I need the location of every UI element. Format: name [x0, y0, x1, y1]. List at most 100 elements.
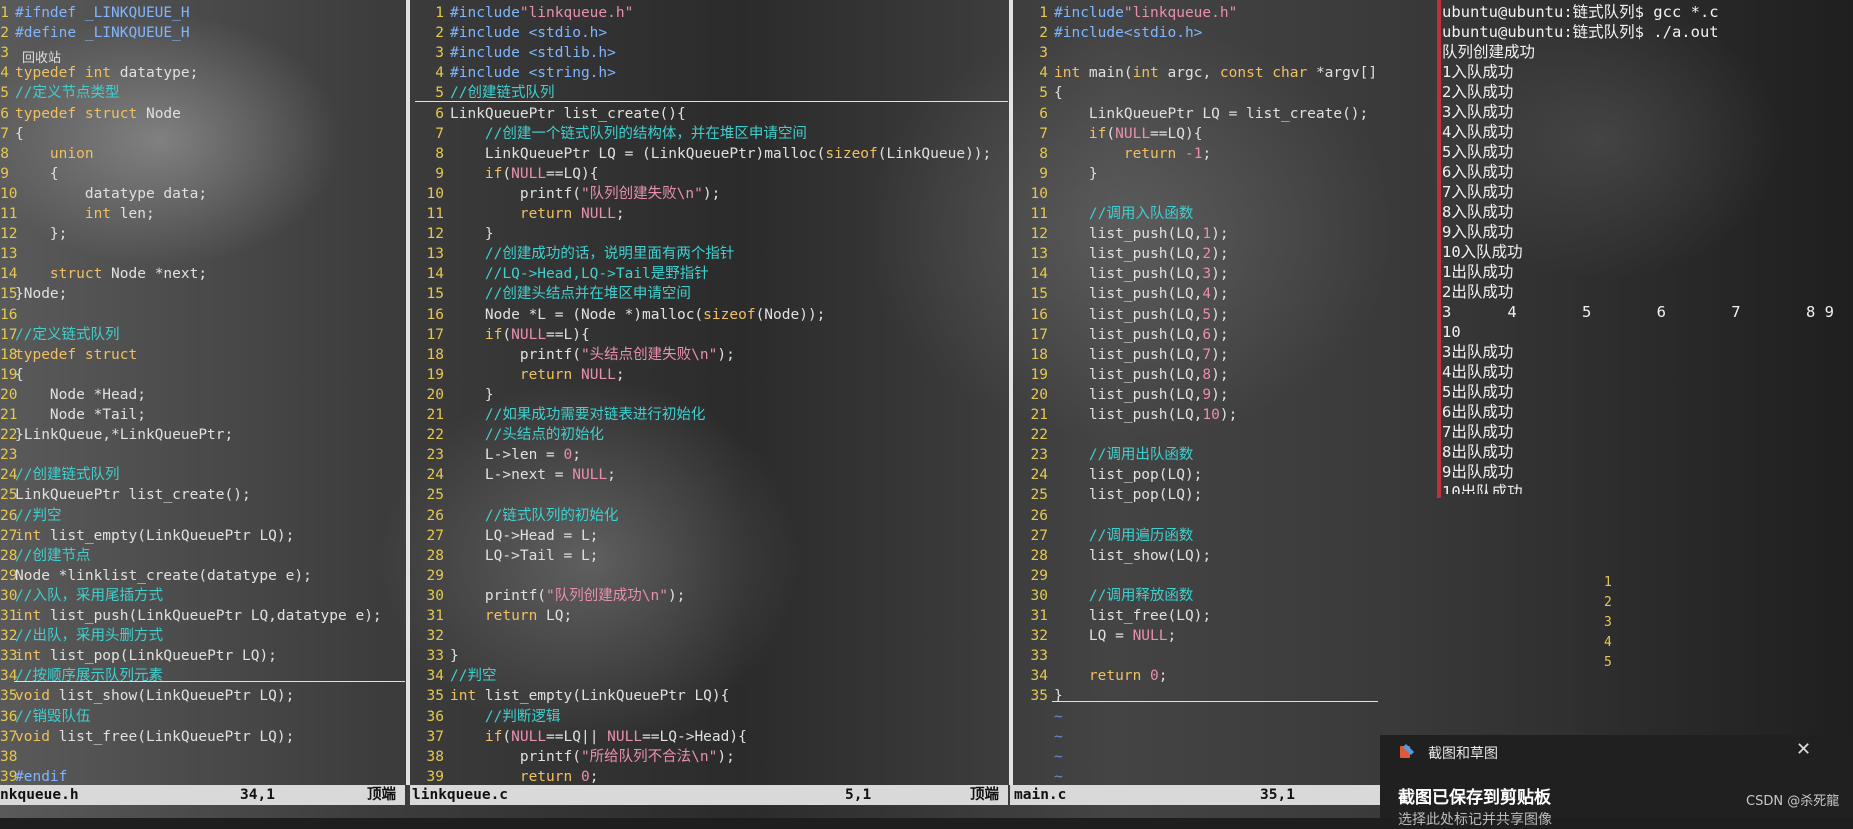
code-line[interactable]: 13 //创建成功的话，说明里面有两个指针 — [414, 244, 735, 264]
code-line[interactable]: 18 printf("头结点创建失败\n"); — [414, 345, 735, 365]
code-line[interactable]: 7 //创建一个链式队列的结构体，并在堆区申请空间 — [414, 124, 807, 144]
code-line[interactable]: 2 #include<stdio.h> — [1018, 23, 1202, 43]
code-line[interactable]: 24 list_pop(LQ); — [1018, 465, 1203, 485]
code-line[interactable]: 17//定义链式队列 — [0, 325, 119, 345]
code-line[interactable]: 12 }; — [0, 224, 67, 244]
code-line[interactable]: 28 LQ->Tail = L; — [414, 546, 599, 566]
code-line[interactable]: 4 typedef int datatype; — [0, 63, 198, 83]
code-line[interactable]: 12 list_push(LQ,1); — [1018, 224, 1229, 244]
pane-divider[interactable] — [1009, 0, 1013, 785]
code-line[interactable]: 20 Node *Head; — [0, 385, 146, 405]
code-line[interactable]: 26 — [1018, 506, 1054, 526]
code-line[interactable]: 30 printf("队列创建成功\n"); — [414, 586, 686, 606]
code-line[interactable]: 11 //调用入队函数 — [1018, 204, 1194, 224]
code-line[interactable]: 24 L->next = NULL; — [414, 465, 616, 485]
code-line[interactable]: 16 — [0, 305, 17, 325]
code-line[interactable]: 13 — [0, 244, 17, 264]
code-line[interactable]: 10 — [1018, 184, 1054, 204]
code-line[interactable]: 3 #include <stdlib.h> — [414, 43, 616, 63]
code-line[interactable]: 9 } — [1018, 164, 1097, 184]
code-line[interactable]: 10 datatype data; — [0, 184, 207, 204]
code-line[interactable]: 20 list_push(LQ,9); — [1018, 385, 1229, 405]
code-line[interactable]: 25 — [414, 485, 450, 505]
code-line[interactable]: 3 — [1018, 43, 1054, 63]
code-line[interactable]: 1 #include"linkqueue.h" — [1018, 3, 1237, 23]
code-line[interactable]: 3 — [0, 43, 15, 63]
code-line[interactable]: 38 — [0, 747, 17, 767]
code-line[interactable]: 4 #include <string.h> — [414, 63, 616, 83]
close-icon[interactable]: ✕ — [1796, 739, 1811, 760]
code-line[interactable]: 36//销毁队伍 — [0, 707, 90, 727]
code-line[interactable]: 21 Node *Tail; — [0, 405, 146, 425]
code-line[interactable]: 19 list_push(LQ,8); — [1018, 365, 1229, 385]
code-line[interactable]: 22}LinkQueue,*LinkQueuePtr; — [0, 425, 233, 445]
code-line[interactable]: 38 printf("所给队列不合法\n"); — [414, 747, 735, 767]
code-line[interactable]: 30//入队，采用尾插方式 — [0, 586, 163, 606]
code-line[interactable]: 14 struct Node *next; — [0, 264, 207, 284]
code-line[interactable]: 39 return 0; — [414, 767, 599, 785]
code-line[interactable]: 4 int main(int argc, const char *argv[]) — [1018, 63, 1378, 83]
code-line[interactable]: 26 //链式队列的初始化 — [414, 506, 619, 526]
editor-pane-linkqueue-c[interactable]: 1 #include"linkqueue.h" 2 #include <stdio.h… — [414, 0, 1008, 785]
code-line[interactable]: 26//判空 — [0, 506, 61, 526]
code-line[interactable]: 21 //如果成功需要对链表进行初始化 — [414, 405, 706, 425]
code-line[interactable]: 25 list_pop(LQ); — [1018, 485, 1203, 505]
code-line[interactable]: 18typedef struct — [0, 345, 137, 365]
code-line[interactable]: 30 //调用释放函数 — [1018, 586, 1194, 606]
code-line[interactable]: 25LinkQueuePtr list_create(); — [0, 485, 251, 505]
code-line[interactable]: 35} — [1018, 686, 1063, 706]
code-line[interactable]: 32//出队，采用头删方式 — [0, 626, 163, 646]
code-line[interactable]: 34//按顺序展示队列元素 — [0, 666, 163, 686]
code-line[interactable]: 2 #define _LINKQUEUE_H — [0, 23, 189, 43]
code-line[interactable]: 29 — [1018, 566, 1054, 586]
code-line[interactable]: 17 list_push(LQ,6); — [1018, 325, 1229, 345]
code-line[interactable]: 1 #include"linkqueue.h" — [414, 3, 633, 23]
code-line[interactable]: 8 union — [0, 144, 93, 164]
code-line[interactable]: 11 int len; — [0, 204, 155, 224]
code-line[interactable]: 29Node *linklist_create(datatype e); — [0, 566, 312, 586]
code-line[interactable]: 24//创建链式队列 — [0, 465, 119, 485]
code-line[interactable]: 1 #ifndef _LINKQUEUE_H — [0, 3, 189, 23]
code-line[interactable]: 27int list_empty(LinkQueuePtr LQ); — [0, 526, 294, 546]
code-line[interactable]: 36 //判断逻辑 — [414, 707, 561, 727]
code-line[interactable]: 37 if(NULL==LQ|| NULL==LQ->Head){ — [414, 727, 747, 747]
code-line[interactable]: 32 — [414, 626, 450, 646]
code-line[interactable]: 21 list_push(LQ,10); — [1018, 405, 1238, 425]
code-line[interactable]: 19{ — [0, 365, 24, 385]
editor-pane-linkqueue-h[interactable]: 1 #ifndef _LINKQUEUE_H 2 #define _LINKQUEUE… — [0, 0, 405, 785]
code-line[interactable]: 11 return NULL; — [414, 204, 625, 224]
code-line[interactable]: 16 Node *L = (Node *)malloc(sizeof(Node)… — [414, 305, 826, 325]
code-line[interactable]: 33int list_pop(LinkQueuePtr LQ); — [0, 646, 277, 666]
code-line[interactable]: 31int list_push(LinkQueuePtr LQ,datatype… — [0, 606, 382, 626]
code-line[interactable]: 6 LinkQueuePtr list_create(){ — [414, 104, 685, 124]
code-line[interactable]: 35 int list_empty(LinkQueuePtr LQ){ — [414, 686, 730, 706]
code-line[interactable]: 39#endif — [0, 767, 67, 785]
code-line[interactable]: 12 } — [414, 224, 494, 244]
code-line[interactable]: 7{ — [0, 124, 23, 144]
code-line[interactable]: 20 } — [414, 385, 494, 405]
code-line[interactable]: 27 LQ->Head = L; — [414, 526, 599, 546]
code-line[interactable]: 28 list_show(LQ); — [1018, 546, 1212, 566]
notification-subtext[interactable]: 选择此处标记并共享图像 — [1398, 809, 1552, 829]
code-line[interactable]: 35void list_show(LinkQueuePtr LQ); — [0, 686, 294, 706]
code-line[interactable]: 8 LinkQueuePtr LQ = (LinkQueuePtr)malloc… — [414, 144, 991, 164]
editor-pane-main-c[interactable]: 1 #include"linkqueue.h" 2 #include<stdio.h>… — [1018, 0, 1378, 785]
code-line[interactable]: ~ — [1018, 707, 1063, 727]
code-line[interactable]: 15 list_push(LQ,4); — [1018, 284, 1229, 304]
code-line[interactable]: 5 //定义节点类型 — [0, 83, 119, 103]
code-line[interactable]: 31 return LQ; — [414, 606, 573, 626]
pane-divider[interactable] — [406, 0, 410, 785]
code-line[interactable]: 23 L->len = 0; — [414, 445, 581, 465]
code-line[interactable]: 6 LinkQueuePtr LQ = list_create(); — [1018, 104, 1368, 124]
code-line[interactable]: 37void list_free(LinkQueuePtr LQ); — [0, 727, 294, 747]
code-line[interactable]: 5{ — [1018, 83, 1062, 103]
code-line[interactable]: 14 list_push(LQ,3); — [1018, 264, 1229, 284]
code-line[interactable]: 31 list_free(LQ); — [1018, 606, 1212, 626]
code-line[interactable]: 15}Node; — [0, 284, 67, 304]
code-line[interactable]: ~ — [1018, 747, 1063, 767]
code-line[interactable]: 17 if(NULL==L){ — [414, 325, 590, 345]
code-line[interactable]: 19 return NULL; — [414, 365, 625, 385]
code-line[interactable]: ~ — [1018, 767, 1063, 785]
code-line[interactable]: 18 list_push(LQ,7); — [1018, 345, 1229, 365]
code-line[interactable]: 23 //调用出队函数 — [1018, 445, 1194, 465]
